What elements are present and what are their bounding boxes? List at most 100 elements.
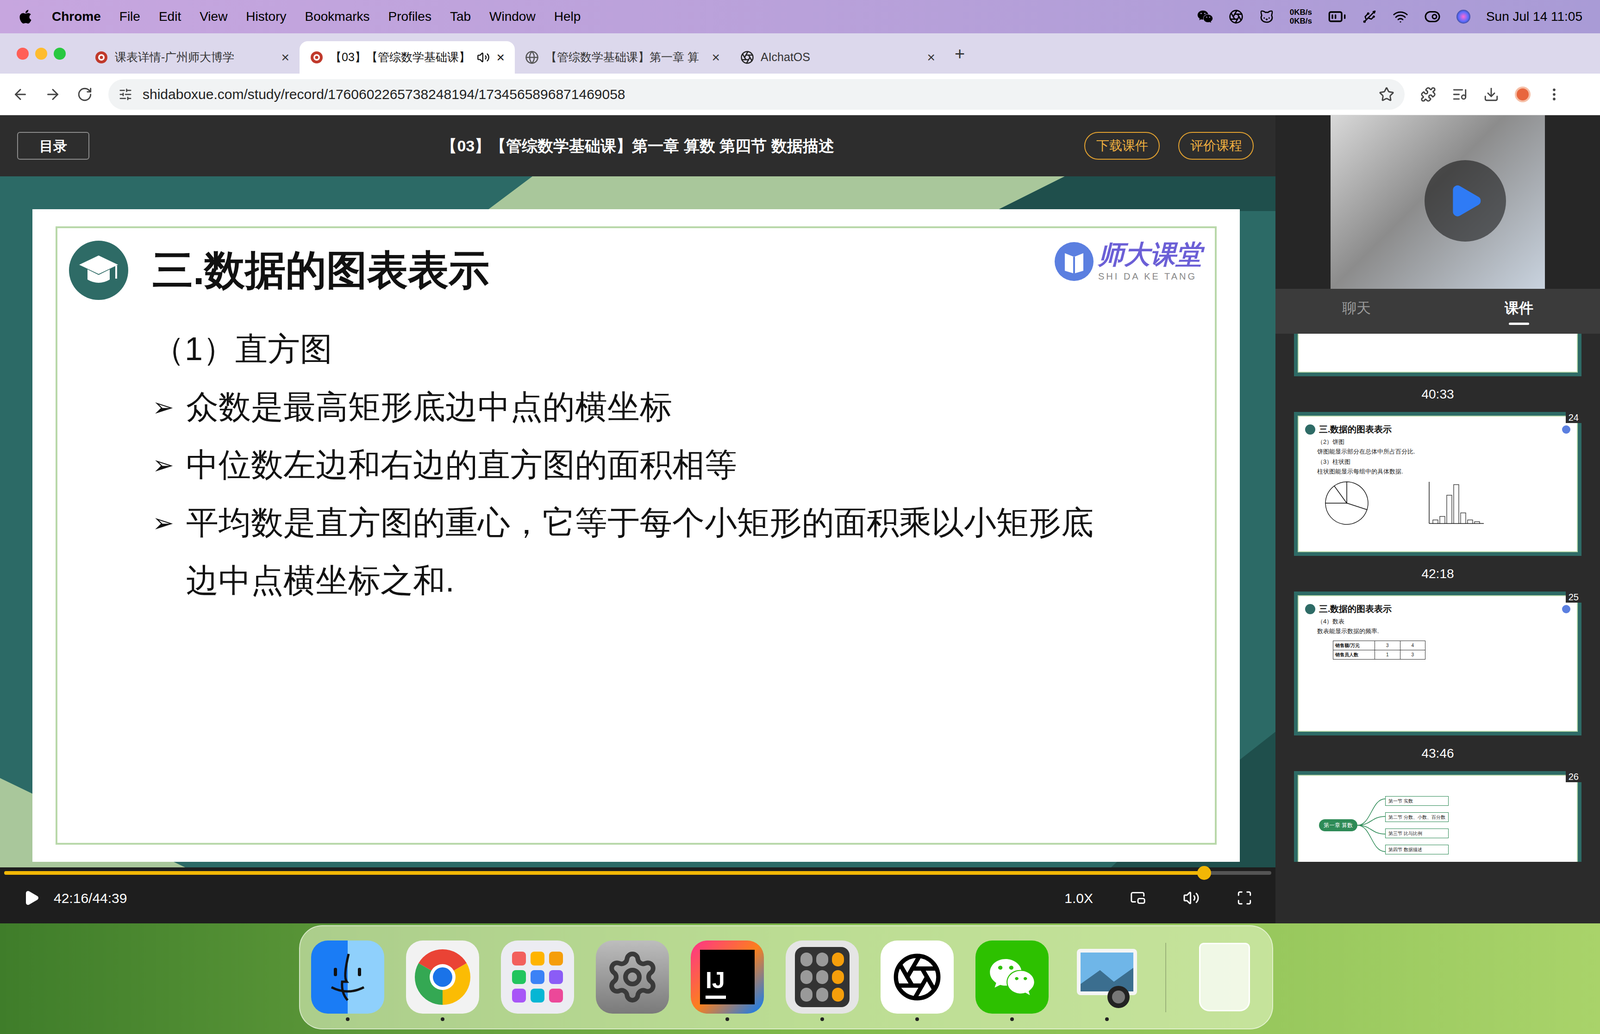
download-icon[interactable]: [1483, 86, 1500, 103]
dock-area: IJ: [0, 923, 1600, 1034]
wifi-icon[interactable]: [1392, 8, 1409, 25]
minimize-window-button[interactable]: [35, 47, 48, 60]
extensions-icon[interactable]: [1420, 86, 1437, 103]
running-dot: [725, 1017, 730, 1022]
courseware-thumbnail[interactable]: 三.数据的图表表示（4）数表数表能显示数据的频率.销售额/万元34销售员人数13…: [1293, 591, 1582, 772]
video-frame[interactable]: 三.数据的图表表示师大课堂SHI DA KE TANG（1）直方图➢众数是最高矩…: [0, 176, 1276, 868]
mindmap-links: [1357, 790, 1386, 861]
menu-item[interactable]: File: [119, 6, 141, 27]
connect-status-icon[interactable]: [1362, 9, 1377, 25]
mindmap-branch: 第二节 分数、小数、百分数: [1385, 812, 1449, 823]
clock[interactable]: Sun Jul 14 11:05: [1486, 6, 1583, 27]
courseware-thumbnail[interactable]: 40:33: [1293, 333, 1582, 413]
play-icon[interactable]: [23, 889, 40, 907]
mindmap-branch: 第三节 比与比例: [1385, 828, 1449, 839]
pip-icon[interactable]: [1130, 890, 1146, 907]
browser-tab[interactable]: 【03】【管综数学基础课】 ×: [299, 41, 515, 74]
download-courseware-button[interactable]: 下载课件: [1084, 131, 1160, 160]
back-icon[interactable]: [12, 86, 29, 103]
wechat-status-icon[interactable]: [1197, 8, 1213, 25]
tab-close-button[interactable]: ×: [711, 50, 720, 65]
menu-item[interactable]: History: [245, 6, 287, 27]
fullscreen-icon[interactable]: [1236, 890, 1253, 907]
webcam-play-button[interactable]: [1424, 160, 1507, 242]
tab-label: 【管综数学基础课】第一章 算: [545, 48, 706, 67]
app-menu[interactable]: Chrome: [51, 6, 101, 27]
progress-bar[interactable]: [4, 871, 1272, 875]
openai-status-icon[interactable]: [1228, 9, 1244, 25]
catalog-button[interactable]: 目录: [17, 131, 90, 160]
course-top-bar: 目录【03】【管综数学基础课】第一章 算数 第四节 数据描述下载课件评价课程: [0, 115, 1276, 177]
running-dot: [1222, 1017, 1227, 1022]
speed-button[interactable]: 1.0X: [1064, 887, 1094, 909]
browser-tab[interactable]: 课表详情-广州师大博学 ×: [84, 41, 300, 74]
dock-preview-icon[interactable]: [1070, 940, 1144, 1022]
zoom-window-button[interactable]: [53, 47, 66, 60]
slide-body: （1）直方图➢众数是最高矩形底边中点的横坐标➢中位数左边和右边的直方图的面积相等…: [68, 320, 1206, 610]
thumb-table-cell: 3: [1400, 650, 1426, 660]
tab-audio-icon[interactable]: [476, 50, 490, 64]
battery-icon[interactable]: [1327, 7, 1347, 26]
tab-close-button[interactable]: ×: [496, 50, 505, 65]
browser-tab[interactable]: 【管综数学基础课】第一章 算 ×: [514, 41, 731, 74]
bookmark-star-icon[interactable]: [1378, 86, 1395, 103]
side-tab[interactable]: 聊天: [1275, 288, 1438, 334]
rate-course-button[interactable]: 评价课程: [1178, 131, 1254, 160]
apple-icon[interactable]: [17, 8, 34, 25]
dock-intellij-icon[interactable]: IJ: [690, 940, 764, 1022]
course-page: 目录【03】【管综数学基础课】第一章 算数 第四节 数据描述下载课件评价课程三.…: [0, 115, 1600, 924]
site-favicon-icon: [309, 50, 324, 65]
slide-title: 三.数据的图表表示: [152, 239, 490, 301]
reload-icon[interactable]: [76, 86, 93, 103]
tab-label: 课表详情-广州师大博学: [114, 48, 275, 67]
site-info-icon[interactable]: [118, 87, 133, 102]
menu-item[interactable]: View: [199, 6, 228, 27]
side-panel: 聊天课件40:33三.数据的图表表示（2）饼图饼图能显示部分在总体中所占百分比.…: [1275, 115, 1600, 924]
tab-close-button[interactable]: ×: [281, 50, 290, 65]
bar: [1453, 484, 1459, 524]
cat-status-icon[interactable]: [1259, 9, 1275, 25]
thumb-line: 柱状图能显示每组中的具体数据.: [1305, 467, 1571, 477]
tab-close-button[interactable]: ×: [926, 50, 936, 65]
thumb-table-cell: 3: [1375, 641, 1401, 650]
media-icon[interactable]: [1451, 86, 1468, 103]
dock-finder-icon[interactable]: [311, 940, 385, 1022]
menu-item[interactable]: Profiles: [388, 6, 432, 27]
menu-bar: Chrome File Edit View History Bookmarks Profil…: [0, 0, 1600, 34]
bar: [1467, 519, 1473, 524]
dock-launchpad-icon[interactable]: [500, 940, 575, 1022]
side-tabs: 聊天课件: [1275, 288, 1600, 334]
courseware-thumbnail[interactable]: 第一章 算数第一节 实数第二节 分数、小数、百分数第三节 比与比例第四节 数据描…: [1293, 771, 1582, 863]
close-window-button[interactable]: [16, 47, 29, 60]
graduation-cap-icon: [68, 239, 130, 301]
menu-item[interactable]: Edit: [158, 6, 182, 27]
menu-item[interactable]: Bookmarks: [304, 6, 370, 27]
bar: [1446, 494, 1452, 524]
profile-avatar-icon[interactable]: [1514, 86, 1531, 103]
dock-wechat-icon[interactable]: [975, 940, 1049, 1022]
dock-calculator-icon[interactable]: [785, 940, 859, 1022]
dock-chrome-icon[interactable]: [406, 940, 480, 1022]
courseware-thumbnail[interactable]: 三.数据的图表表示（2）饼图饼图能显示部分在总体中所占百分比.（3）柱状图柱状图…: [1293, 412, 1582, 592]
menu-item[interactable]: Window: [489, 6, 536, 27]
url-field[interactable]: shidaboxue.com/study/record/176060226573…: [108, 79, 1405, 110]
chrome-menu-icon[interactable]: [1546, 86, 1563, 103]
webcam-area: [1275, 115, 1600, 289]
siri-icon[interactable]: [1456, 9, 1471, 24]
dock-chatgpt-icon[interactable]: [880, 940, 954, 1022]
volume-icon[interactable]: [1182, 889, 1200, 907]
forward-icon[interactable]: [44, 86, 62, 103]
new-tab-button[interactable]: +: [954, 44, 965, 63]
dock-settings-icon[interactable]: [595, 940, 669, 1022]
dock-trash-icon[interactable]: [1187, 940, 1262, 1022]
running-dot: [345, 1017, 350, 1022]
progress-knob[interactable]: [1197, 866, 1212, 881]
menu-item[interactable]: Help: [554, 6, 582, 27]
menu-item[interactable]: Tab: [450, 6, 471, 27]
browser-tab[interactable]: AIchatOS×: [730, 41, 946, 74]
brand-pinyin: SHI DA KE TANG: [1098, 269, 1202, 284]
net-speed: 0KB/s0KB/s: [1289, 7, 1313, 26]
control-center-icon[interactable]: [1424, 8, 1441, 25]
side-tab[interactable]: 课件: [1437, 288, 1600, 334]
tab-label: 【03】【管综数学基础课】: [330, 48, 471, 67]
